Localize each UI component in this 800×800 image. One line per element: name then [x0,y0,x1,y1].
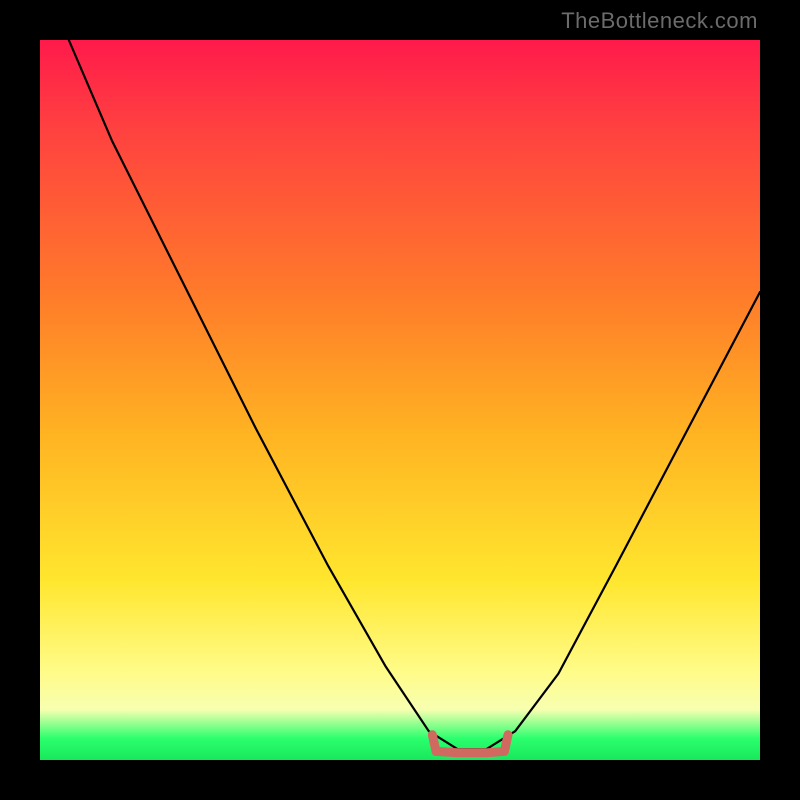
chart-frame: TheBottleneck.com [0,0,800,800]
plot-area [40,40,760,760]
curve-svg [40,40,760,760]
bottleneck-curve [69,40,760,749]
watermark-text: TheBottleneck.com [561,8,758,34]
